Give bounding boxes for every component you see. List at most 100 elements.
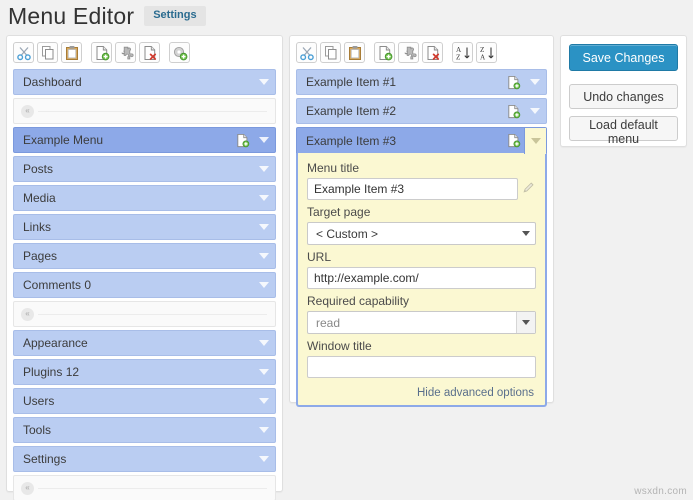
save-changes-button[interactable]: Save Changes <box>569 44 678 71</box>
puzzle-button[interactable] <box>115 42 136 63</box>
expand-toggle-button[interactable] <box>253 128 275 152</box>
menu-list-item[interactable]: Example Item #2 <box>296 98 547 124</box>
delete-submenu-button[interactable] <box>422 42 443 63</box>
actions-divider-space <box>569 71 678 84</box>
puzzle-button[interactable] <box>398 42 419 63</box>
field-target-page: Target page < Custom > <box>307 205 536 245</box>
expand-toggle-button[interactable] <box>253 186 275 210</box>
expand-toggle-button[interactable] <box>253 360 275 384</box>
field-window-title: Window title <box>307 339 536 378</box>
field-url: URL <box>307 250 536 289</box>
window-title-input[interactable] <box>307 356 536 378</box>
menu-title-label: Menu title <box>307 161 360 175</box>
delete-menu-button[interactable] <box>139 42 160 63</box>
menu-item-detail-form: Menu title Target page < Custom > URL Requir… <box>296 153 547 407</box>
new-submenu-icon <box>377 45 393 61</box>
menu-list-item[interactable]: Plugins 12 <box>13 359 276 385</box>
sort-desc-button[interactable]: ZA <box>476 42 497 63</box>
chevron-down-icon <box>259 195 269 201</box>
menu-list-item[interactable]: Comments 0 <box>13 272 276 298</box>
menu-separator-row[interactable]: « <box>13 475 276 500</box>
menu-item-label: Example Menu <box>23 133 104 147</box>
page-plus-icon <box>502 75 524 90</box>
chevron-down-icon <box>259 166 269 172</box>
menu-list-item[interactable]: Appearance <box>13 330 276 356</box>
menu-list-item[interactable]: Example Item #3 <box>296 127 547 154</box>
copy-button[interactable] <box>320 42 341 63</box>
toggle-advanced-options-link[interactable]: Hide advanced options <box>307 383 536 399</box>
puzzle-icon <box>118 45 134 61</box>
undo-changes-button[interactable]: Undo changes <box>569 84 678 109</box>
submenu-panel: AZ ZA Example Item #1 Example Item #2 Examp… <box>289 35 554 407</box>
chevron-down-icon <box>259 253 269 259</box>
settings-badge[interactable]: Settings <box>144 6 206 26</box>
expand-toggle-button[interactable] <box>253 331 275 355</box>
menu-list-item[interactable]: Example Menu <box>13 127 276 153</box>
menu-item-label: Links <box>23 220 52 234</box>
expand-toggle-button[interactable] <box>253 157 275 181</box>
chevron-down-icon <box>259 398 269 404</box>
menu-list-item[interactable]: Tools <box>13 417 276 443</box>
menu-list-item[interactable]: Users <box>13 388 276 414</box>
menu-title-input[interactable] <box>307 178 518 200</box>
expand-toggle-button[interactable] <box>524 128 546 154</box>
menu-list-item[interactable]: Links <box>13 214 276 240</box>
chevron-down-icon <box>516 312 535 333</box>
edit-pencil-icon[interactable] <box>522 180 536 199</box>
chevron-down-icon <box>517 223 535 244</box>
required-capability-value: read <box>316 315 341 330</box>
paste-button[interactable] <box>61 42 82 63</box>
url-input[interactable] <box>307 267 536 289</box>
chevron-down-icon <box>259 79 269 85</box>
copy-button[interactable] <box>37 42 58 63</box>
add-plugin-button[interactable] <box>169 42 190 63</box>
puzzle-icon <box>401 45 417 61</box>
paste-icon <box>64 45 80 61</box>
expand-toggle-button[interactable] <box>524 99 546 123</box>
field-required-capability: Required capability read <box>307 294 536 334</box>
cut-icon <box>299 45 315 61</box>
menu-item-label: Comments 0 <box>23 278 92 292</box>
top-level-menu-list: Dashboard « Example Menu Posts Media Links Pag… <box>7 69 282 500</box>
menu-list-item[interactable]: Media <box>13 185 276 211</box>
target-page-label: Target page <box>307 205 371 219</box>
expand-toggle-button[interactable] <box>253 273 275 297</box>
menu-list-item[interactable]: Example Item #1 <box>296 69 547 95</box>
menu-separator-row[interactable]: « <box>13 301 276 327</box>
expand-toggle-button[interactable] <box>524 70 546 94</box>
target-page-select[interactable]: < Custom > <box>307 222 536 245</box>
cut-button[interactable] <box>13 42 34 63</box>
required-capability-select[interactable]: read <box>307 311 536 334</box>
sort-asc-icon: AZ <box>455 45 471 61</box>
separator-line <box>38 313 267 315</box>
middle-toolbar: AZ ZA <box>290 36 553 69</box>
menu-separator-row[interactable]: « <box>13 98 276 124</box>
menu-list-item[interactable]: Posts <box>13 156 276 182</box>
field-menu-title: Menu title <box>307 161 536 200</box>
expand-toggle-button[interactable] <box>253 418 275 442</box>
left-toolbar <box>7 36 282 69</box>
cut-button[interactable] <box>296 42 317 63</box>
sort-asc-button[interactable]: AZ <box>452 42 473 63</box>
separator-handle-icon: « <box>21 307 34 321</box>
expand-toggle-button[interactable] <box>253 244 275 268</box>
expand-toggle-button[interactable] <box>253 70 275 94</box>
expand-toggle-button[interactable] <box>253 215 275 239</box>
expand-toggle-button[interactable] <box>253 447 275 471</box>
load-default-menu-button[interactable]: Load default menu <box>569 116 678 146</box>
chevron-down-icon <box>530 79 540 85</box>
copy-icon <box>40 45 56 61</box>
menu-item-label: Pages <box>23 249 58 263</box>
new-menu-button[interactable] <box>91 42 112 63</box>
menu-list-item[interactable]: Dashboard <box>13 69 276 95</box>
chevron-down-icon <box>259 456 269 462</box>
expand-toggle-button[interactable] <box>253 389 275 413</box>
menu-list-item[interactable]: Settings <box>13 446 276 472</box>
menu-item-label: Tools <box>23 423 52 437</box>
menu-item-label: Dashboard <box>23 75 82 89</box>
chevron-down-icon <box>259 340 269 346</box>
new-submenu-button[interactable] <box>374 42 395 63</box>
paste-icon <box>347 45 363 61</box>
paste-button[interactable] <box>344 42 365 63</box>
menu-list-item[interactable]: Pages <box>13 243 276 269</box>
